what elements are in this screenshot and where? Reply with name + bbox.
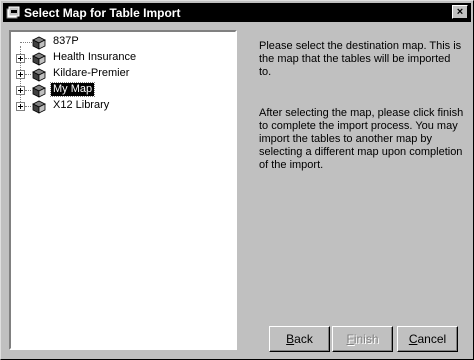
expand-icon[interactable]	[16, 70, 25, 79]
map-icon	[31, 66, 47, 82]
tree-item-my-map[interactable]: My Map	[11, 82, 231, 98]
tree-item-kildare-premier[interactable]: Kildare-Premier	[11, 66, 231, 82]
map-icon	[31, 82, 47, 98]
expand-icon[interactable]	[16, 54, 25, 63]
map-icon	[31, 98, 47, 114]
tree-item-label: Kildare-Premier	[53, 67, 130, 79]
tree-item-label: 837P	[53, 35, 79, 47]
instruction-select-map: Please select the destination map. This …	[259, 40, 462, 78]
cancel-mnemonic: C	[408, 332, 418, 346]
map-icon	[31, 34, 47, 50]
finish-button[interactable]: Finish	[332, 326, 393, 352]
map-icon	[31, 50, 47, 66]
map-icon	[6, 6, 20, 20]
dialog-window: Select Map for Table Import × 837P Healt…	[0, 0, 474, 360]
finish-label-rest: inish	[353, 332, 379, 346]
tree-item-label: My Map	[49, 82, 96, 97]
expand-icon[interactable]	[16, 86, 25, 95]
back-label-rest: ack	[294, 332, 313, 346]
expand-icon[interactable]	[16, 102, 25, 111]
instruction-finish: After selecting the map, please click fi…	[259, 107, 464, 171]
close-button[interactable]: ×	[452, 5, 468, 19]
tree-item-label: Health Insurance	[53, 51, 137, 63]
cancel-label-rest: ancel	[417, 332, 447, 346]
close-icon: ×	[456, 5, 464, 18]
tree-item-837p[interactable]: 837P	[11, 34, 231, 50]
instructions-panel: Please select the destination map. This …	[259, 40, 464, 200]
back-mnemonic: B	[286, 332, 295, 346]
finish-mnemonic: F	[346, 332, 354, 346]
title-bar[interactable]: Select Map for Table Import ×	[3, 3, 471, 22]
cancel-button[interactable]: Cancel	[397, 326, 458, 352]
tree-item-x12-library[interactable]: X12 Library	[11, 98, 231, 114]
map-tree[interactable]: 837P Health Insurance Kildare-Premier My…	[9, 30, 237, 350]
tree-item-health-insurance[interactable]: Health Insurance	[11, 50, 231, 66]
tree-item-label: X12 Library	[53, 99, 110, 111]
back-button[interactable]: Back	[269, 326, 330, 352]
window-title: Select Map for Table Import	[24, 5, 181, 20]
